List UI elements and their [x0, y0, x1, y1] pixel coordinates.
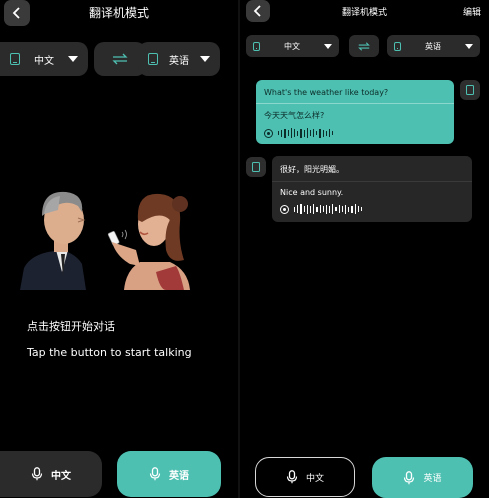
device-avatar	[246, 157, 266, 177]
speak-chinese-button[interactable]: 中文	[0, 451, 102, 497]
speak-english-button[interactable]: 英语	[117, 451, 221, 497]
waveform-icon	[278, 128, 334, 138]
source-language-label: 中文	[284, 41, 300, 51]
original-text: What's the weather like today?	[264, 88, 389, 97]
hint-english: Tap the button to start talking	[27, 346, 192, 359]
edit-button[interactable]: 编辑	[463, 5, 481, 18]
audio-playback[interactable]	[264, 125, 446, 138]
device-icon	[148, 53, 158, 65]
device-icon	[394, 41, 401, 51]
source-language-label: 中文	[34, 55, 54, 67]
page-title: 翻译机模式	[88, 6, 149, 20]
conversation-illustration	[20, 191, 190, 290]
audio-playback[interactable]	[280, 201, 464, 214]
speak-english-button[interactable]: 英语	[372, 457, 473, 498]
original-text: 很好，阳光明媚。	[280, 165, 344, 174]
play-audio-icon[interactable]	[280, 204, 289, 214]
microphone-icon	[286, 470, 298, 484]
play-audio-icon[interactable]	[264, 128, 273, 138]
swap-icon	[112, 53, 128, 65]
speak-chinese-label: 中文	[51, 470, 71, 482]
device-avatar	[460, 80, 480, 100]
message-bubble-incoming: 很好，阳光明媚。 Nice and sunny.	[272, 156, 472, 222]
speak-english-label: 英语	[423, 474, 442, 484]
microphone-icon	[31, 467, 43, 481]
dropdown-arrow-icon	[68, 56, 78, 62]
waveform-icon	[294, 204, 363, 214]
speak-english-label: 英语	[169, 470, 189, 482]
message-bubble-outgoing: What's the weather like today? 今天天气怎么样?	[256, 80, 454, 144]
target-language-select[interactable]: 英语	[387, 35, 480, 57]
device-icon	[466, 85, 474, 95]
swap-languages-button[interactable]	[349, 35, 379, 57]
translated-text: Nice and sunny.	[280, 188, 344, 197]
page-title: 翻译机模式	[341, 8, 387, 18]
translated-text: 今天天气怎么样?	[264, 111, 325, 120]
hint-chinese: 点击按钮开始对话	[27, 320, 115, 333]
device-icon	[252, 162, 260, 172]
dropdown-arrow-icon	[465, 43, 473, 49]
source-language-select[interactable]: 中文	[0, 42, 88, 76]
source-language-select[interactable]: 中文	[246, 35, 339, 57]
speak-chinese-label: 中文	[305, 473, 324, 484]
microphone-icon	[149, 467, 161, 481]
device-icon	[10, 53, 20, 65]
target-language-label: 英语	[425, 41, 441, 51]
dropdown-arrow-icon	[200, 56, 210, 62]
microphone-icon	[403, 470, 415, 485]
dropdown-arrow-icon	[324, 43, 332, 49]
speak-chinese-button[interactable]: 中文	[255, 457, 355, 497]
target-language-label: 英语	[169, 55, 189, 67]
swap-icon	[358, 41, 370, 51]
left-screen: 翻译机模式 中文 英语 点击按钮开始对话 Tap the button to s…	[0, 0, 238, 498]
device-icon	[253, 41, 260, 51]
target-language-select[interactable]: 英语	[138, 42, 220, 76]
right-screen: 翻译机模式 编辑 中文 英语 What's the weather like t…	[240, 0, 489, 498]
